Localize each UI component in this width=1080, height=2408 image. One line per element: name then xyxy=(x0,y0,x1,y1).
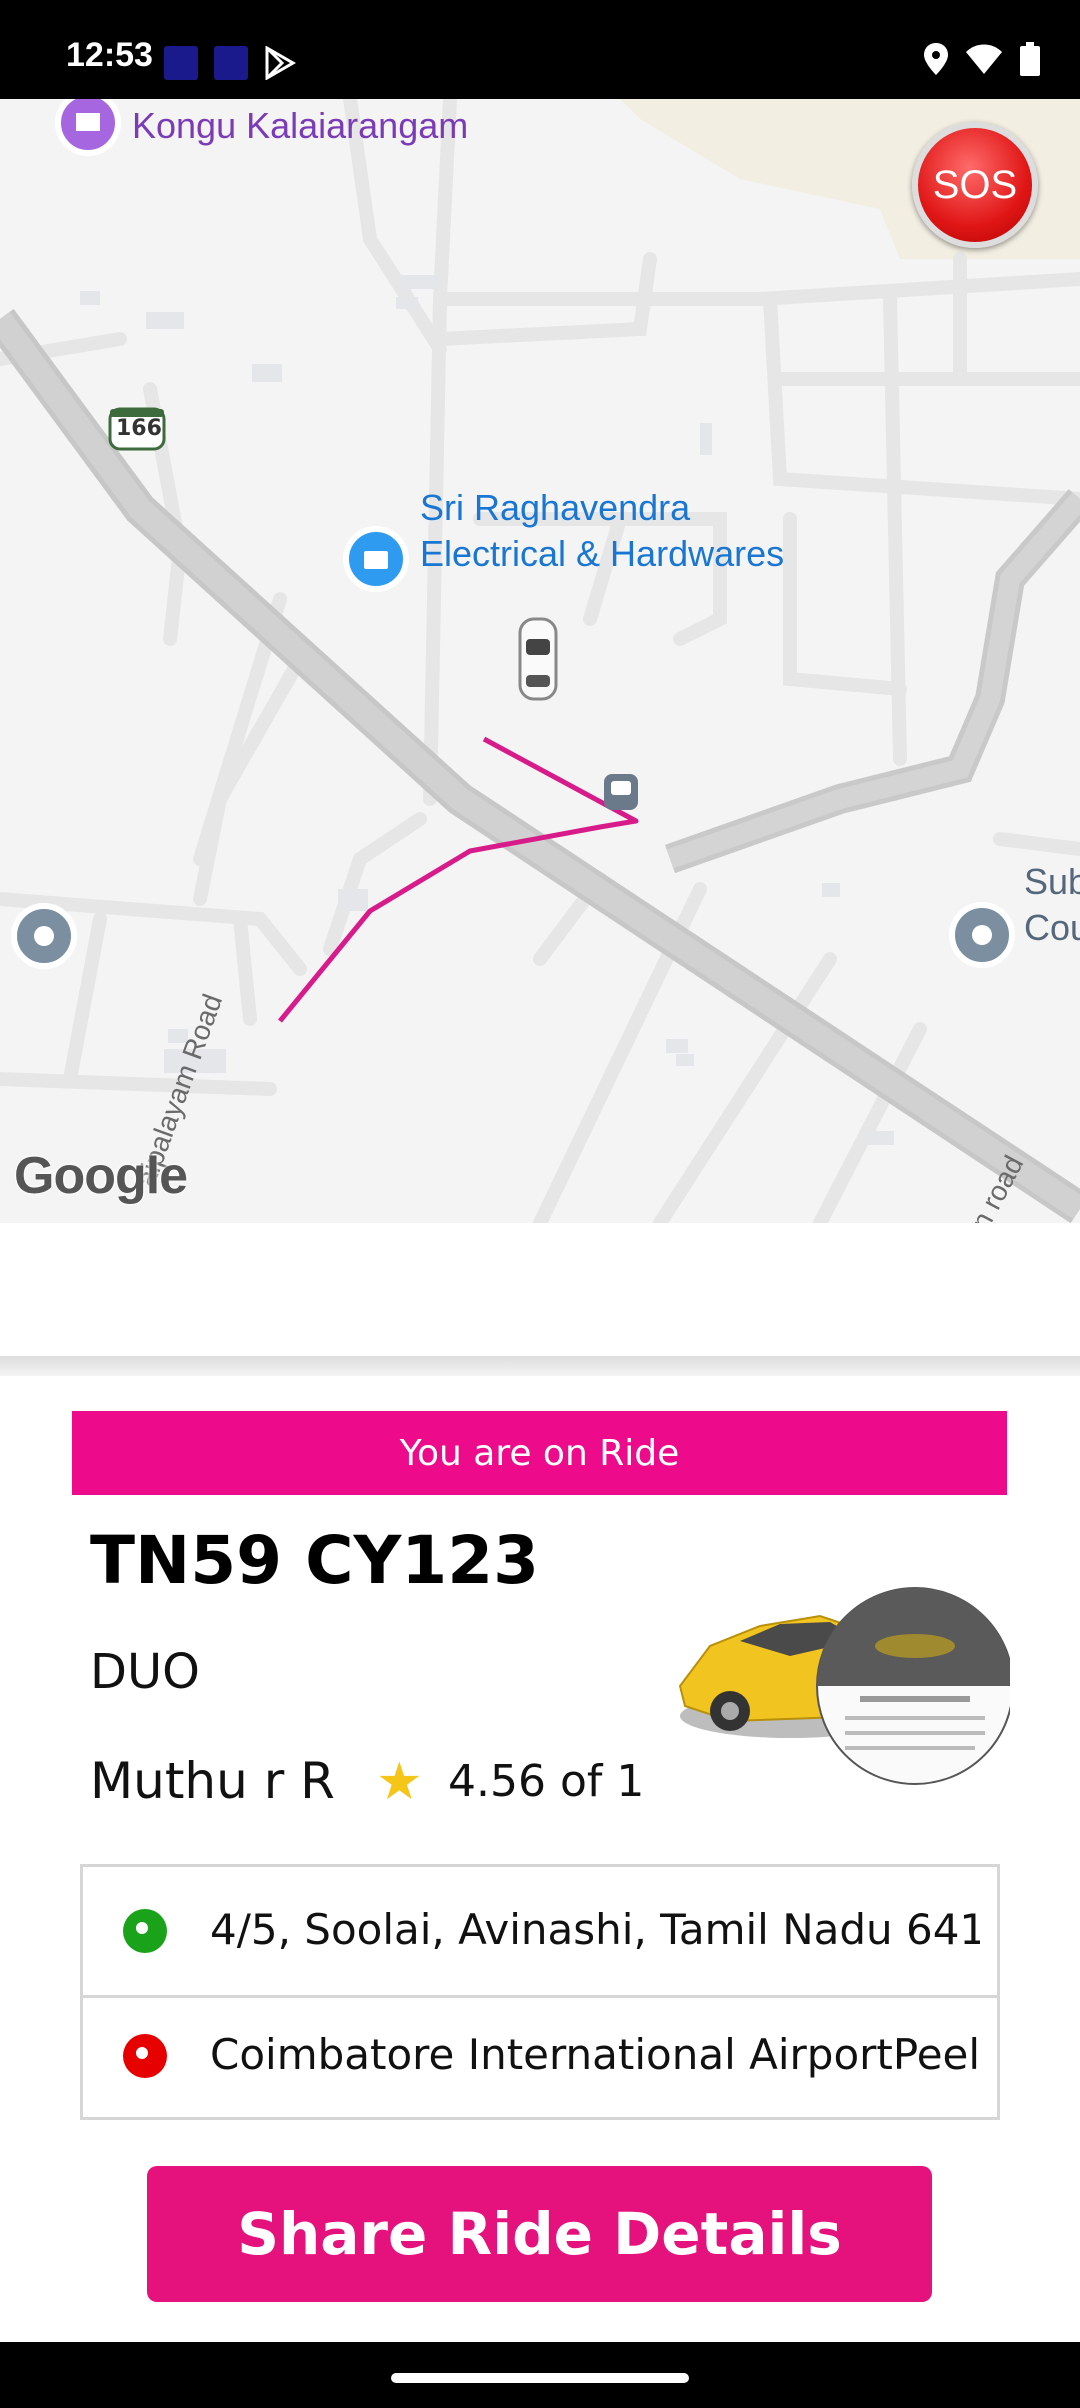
drop-location: Coimbatore International AirportPeelamed… xyxy=(83,1995,997,2122)
drop-address: Coimbatore International AirportPeelamed… xyxy=(210,2030,980,2079)
notification-app-icon xyxy=(214,46,248,80)
play-store-icon xyxy=(265,46,296,80)
vehicle-type: DUO xyxy=(90,1644,200,1700)
map-view[interactable]: Kongu Kalaiarangam Sri Raghavendra Elect… xyxy=(0,99,1080,1223)
notification-app-icon xyxy=(164,46,198,80)
driver-name: Muthu r R xyxy=(90,1752,335,1810)
ride-locations: 4/5, Soolai, Avinashi, Tamil Nadu 641670… xyxy=(80,1864,1000,2120)
pickup-location: 4/5, Soolai, Avinashi, Tamil Nadu 641670 xyxy=(83,1867,997,1991)
car-marker-icon xyxy=(518,617,558,701)
battery-icon xyxy=(1020,42,1040,76)
sos-button[interactable]: SOS xyxy=(912,122,1038,248)
poi-label[interactable]: Kongu Kalaiarangam xyxy=(132,103,468,149)
sheet-handle[interactable] xyxy=(0,1356,1080,1376)
driver-rating: 4.56 of 1 xyxy=(448,1756,645,1807)
poi-label-line1[interactable]: Sub xyxy=(1024,859,1080,905)
poi-label-line2[interactable]: Electrical & Hardwares xyxy=(420,531,784,577)
ride-status-banner: You are on Ride xyxy=(72,1411,1007,1495)
google-logo: Google xyxy=(14,1147,188,1205)
poi-label-line2[interactable]: Cou xyxy=(1024,905,1080,951)
poi-label-line1[interactable]: Sri Raghavendra xyxy=(420,485,690,531)
highway-shield-label: 166 xyxy=(116,416,162,441)
share-ride-details-button[interactable]: Share Ride Details xyxy=(147,2166,932,2302)
map-canvas xyxy=(0,99,1080,1223)
pickup-marker-icon xyxy=(123,1909,167,1953)
vehicle-image xyxy=(678,1587,1010,1785)
location-icon xyxy=(924,43,948,75)
home-gesture-handle[interactable] xyxy=(391,2373,689,2383)
wifi-icon xyxy=(966,44,1002,74)
status-bar: 12:53 xyxy=(0,0,1080,99)
star-icon: ★ xyxy=(376,1752,423,1812)
drop-marker-icon xyxy=(123,2034,167,2078)
status-time: 12:53 xyxy=(66,36,153,74)
vehicle-plate: TN59 CY123 xyxy=(90,1522,540,1599)
pickup-address: 4/5, Soolai, Avinashi, Tamil Nadu 641670 xyxy=(210,1905,980,1954)
